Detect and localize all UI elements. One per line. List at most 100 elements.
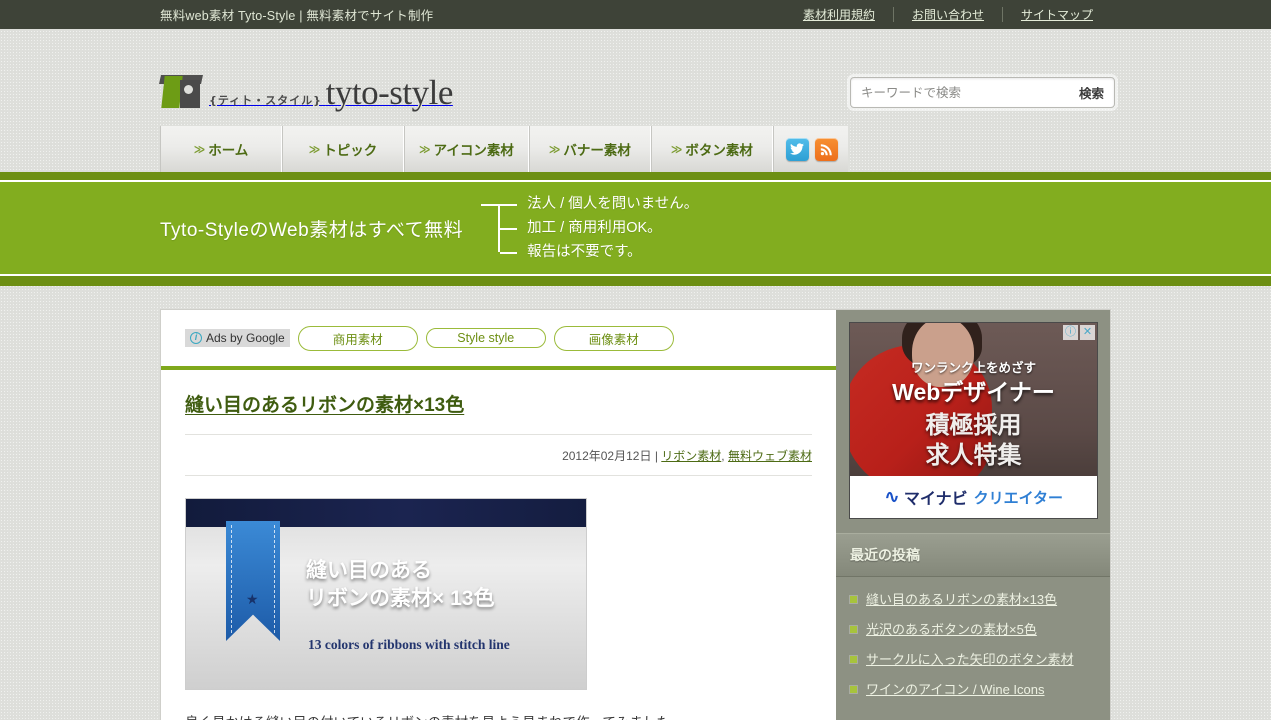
nav-item-topic[interactable]: ≫ トピック: [282, 126, 404, 172]
bullet-icon: [850, 596, 857, 603]
promo-point: 加工 / 商用利用OK。: [527, 220, 662, 236]
promo-banner-title: Tyto-StyleのWeb素材はすべて無料: [160, 219, 464, 241]
link-terms[interactable]: 素材利用規約: [785, 6, 893, 23]
promo-banner-body: Tyto-StyleのWeb素材はすべて無料 法人 / 個人を問いません。 加工…: [0, 182, 1271, 274]
list-item[interactable]: 光沢のあるボタンの素材×5色: [850, 621, 1096, 640]
recent-post-link[interactable]: ワインのアイコン / Wine Icons: [866, 681, 1045, 700]
ribbon-graphic: [226, 521, 280, 641]
nav-item-icon-materials[interactable]: ≫ アイコン素材: [404, 126, 529, 172]
promo-banner-points: 法人 / 個人を問いません。 加工 / 商用利用OK。 報告は不要です。: [527, 192, 698, 264]
image-caption-line2: リボンの素材× 13色: [306, 587, 495, 611]
post-meta: 2012年02月12日 | リボン素材, 無料ウェブ素材: [185, 435, 812, 476]
google-ads-strip: i Ads by Google 商用素材 Style style 画像素材: [185, 310, 812, 366]
bullet-icon: [850, 625, 857, 633]
nav-item-label: アイコン素材: [433, 143, 514, 158]
search-button[interactable]: 検索: [1071, 83, 1104, 102]
link-sitemap[interactable]: サイトマップ: [1003, 6, 1111, 23]
ad-info-icon[interactable]: ⓘ: [1063, 325, 1078, 340]
promo-point: 法人 / 個人を問いません。: [527, 196, 699, 212]
main-content-padding: i Ads by Google 商用素材 Style style 画像素材: [161, 310, 836, 366]
chevron-right-icon: ≫: [193, 143, 206, 156]
post-category-free-web[interactable]: 無料ウェブ素材: [728, 449, 812, 463]
nav-item-home[interactable]: ≫ ホーム: [160, 126, 282, 172]
top-utility-links: 素材利用規約 お問い合わせ サイトマップ: [785, 6, 1111, 23]
sidebar: ⓘ ✕ ワンランク上をめざす Webデザイナー 積極採用 求人特集 ∿ マイナビ…: [836, 309, 1111, 720]
mynavi-logo-icon: ∿: [883, 486, 900, 508]
list-item[interactable]: 縫い目のあるリボンの素材×13色: [850, 591, 1096, 610]
image-caption-line1: 縫い目のある: [306, 559, 432, 582]
recent-posts-list: 縫い目のあるリボンの素材×13色 光沢のあるボタンの素材×5色 サークルに入った…: [836, 577, 1110, 720]
nav-item-label: ホーム: [208, 143, 249, 158]
recent-post-link[interactable]: 光沢のあるボタンの素材×5色: [866, 621, 1037, 640]
promo-point: 報告は不要です。: [527, 244, 642, 260]
search-box[interactable]: 検索: [850, 77, 1115, 108]
nav-item-label: トピック: [323, 143, 378, 158]
recent-post-link[interactable]: サークルに入った矢印のボタン素材: [866, 651, 1074, 670]
chevron-right-icon: ≫: [548, 143, 561, 156]
brace-connector-icon: [481, 197, 518, 259]
chevron-right-icon: ≫: [670, 143, 683, 156]
ad-close-icon[interactable]: ✕: [1080, 325, 1095, 340]
top-utility-bar-inner: 無料web素材 Tyto-Style | 無料素材でサイト制作 素材利用規約 お…: [0, 5, 1271, 24]
nav-item-banner-materials[interactable]: ≫ バナー素材: [528, 126, 651, 172]
promo-banner-top-stripe: [0, 172, 1271, 180]
logo-mark-icon: [159, 71, 203, 109]
post-date: 2012年02月12日: [562, 449, 652, 463]
link-contact[interactable]: お問い合わせ: [894, 6, 1002, 23]
ad-tag-style[interactable]: Style style: [425, 328, 546, 348]
post-title-link[interactable]: 縫い目のあるリボンの素材×13色: [185, 395, 464, 416]
nav-item-button-materials[interactable]: ≫ ボタン素材: [650, 126, 773, 172]
ads-by-google-label[interactable]: i Ads by Google: [185, 329, 290, 347]
site-header-inner: {ティト・スタイル} tyto-style 検索: [0, 29, 1271, 126]
star-icon: ★: [246, 591, 259, 607]
ad-line-4: 求人特集: [925, 442, 1022, 469]
info-icon[interactable]: i: [190, 332, 202, 344]
nav-list: ≫ ホーム ≫ トピック ≫ アイコン素材 ≫ バナー素材 ≫ ボタン素材: [160, 126, 773, 172]
rss-icon[interactable]: [814, 137, 838, 161]
post-title: 縫い目のあるリボンの素材×13色: [185, 370, 812, 435]
chevron-right-icon: ≫: [419, 143, 431, 156]
widget-title-recent-posts: 最近の投稿: [836, 533, 1110, 577]
main-content: i Ads by Google 商用素材 Style style 画像素材 縫い…: [160, 309, 836, 720]
ad-brand-name: マイナビ: [903, 491, 968, 508]
post-featured-image[interactable]: ★ 縫い目のある リボンの素材× 13色 13 colors of ribbon…: [185, 498, 587, 690]
ad-brand-suffix: クリエイター: [973, 489, 1063, 507]
post-body-text: 良く見かける縫い目の付いているリボンの素材を見よう見まねで作ってみました。: [185, 690, 812, 720]
sidebar-ad-container: ⓘ ✕ ワンランク上をめざす Webデザイナー 積極採用 求人特集 ∿ マイナビ…: [836, 310, 1110, 533]
ads-by-google-text: Ads by Google: [206, 331, 285, 345]
nav-item-label: ボタン素材: [685, 143, 753, 158]
image-subtitle: 13 colors of ribbons with stitch line: [308, 637, 510, 652]
ad-brand-bar: ∿ マイナビ クリエイター: [850, 476, 1097, 518]
search-input[interactable]: [861, 85, 1071, 100]
logo-text: {ティト・スタイル} tyto-style: [209, 72, 454, 112]
promo-banner: Tyto-StyleのWeb素材はすべて無料 法人 / 個人を問いません。 加工…: [0, 172, 1271, 286]
nav-item-label: バナー素材: [563, 143, 631, 158]
recent-post-link[interactable]: 縫い目のあるリボンの素材×13色: [866, 591, 1057, 610]
ad-tag-commercial[interactable]: 商用素材: [297, 325, 418, 351]
site-tagline: 無料web素材 Tyto-Style | 無料素材でサイト制作: [160, 9, 434, 23]
bullet-icon: [850, 685, 857, 693]
sidebar-ad-banner[interactable]: ⓘ ✕ ワンランク上をめざす Webデザイナー 積極採用 求人特集 ∿ マイナビ…: [849, 322, 1098, 519]
twitter-icon[interactable]: [785, 137, 809, 161]
chevron-right-icon: ≫: [308, 143, 321, 156]
promo-banner-bottom-stripe: [0, 276, 1271, 286]
logo-wordmark: tyto-style: [325, 72, 454, 112]
bullet-icon: [850, 655, 857, 663]
post-category-ribbon[interactable]: リボン素材: [661, 449, 721, 463]
list-item[interactable]: ワインのアイコン / Wine Icons: [850, 681, 1096, 700]
meta-separator: |: [654, 449, 658, 463]
content-wrapper: i Ads by Google 商用素材 Style style 画像素材 縫い…: [0, 309, 1271, 720]
post-container: 縫い目のあるリボンの素材×13色 2012年02月12日 | リボン素材, 無料…: [161, 370, 836, 720]
list-item[interactable]: サークルに入った矢印のボタン素材: [850, 651, 1096, 670]
nav-social-icons: [772, 126, 848, 172]
ad-line-2: Webデザイナー: [892, 379, 1055, 405]
main-navigation: ≫ ホーム ≫ トピック ≫ アイコン素材 ≫ バナー素材 ≫ ボタン素材: [0, 126, 1271, 172]
site-header: {ティト・スタイル} tyto-style 検索: [0, 29, 1271, 126]
ad-tag-image[interactable]: 画像素材: [553, 325, 674, 351]
logo-kana: {ティト・スタイル}: [209, 93, 323, 107]
site-logo[interactable]: {ティト・スタイル} tyto-style: [159, 71, 454, 112]
top-utility-bar: 無料web素材 Tyto-Style | 無料素材でサイト制作 素材利用規約 お…: [0, 0, 1271, 29]
meta-comma: ,: [721, 449, 725, 463]
ad-controls: ⓘ ✕: [1063, 325, 1095, 340]
image-caption: 縫い目のある リボンの素材× 13色: [306, 557, 494, 614]
